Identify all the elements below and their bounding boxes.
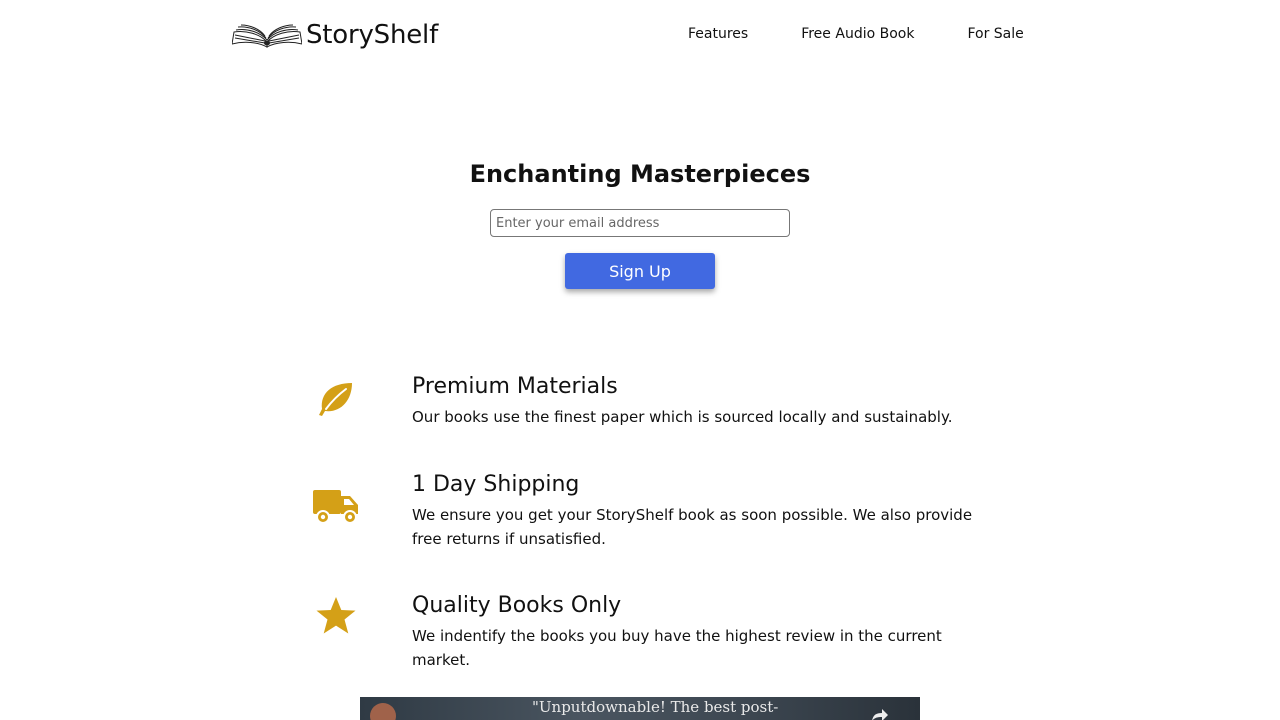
feature-description: We indentify the books you buy have the … <box>412 627 942 669</box>
feature-description: We ensure you get your StoryShelf book a… <box>412 506 973 548</box>
star-icon <box>300 596 372 636</box>
feature-title: Premium Materials <box>412 374 618 399</box>
feature-title: 1 Day Shipping <box>412 472 580 497</box>
nav-link-features[interactable]: Features <box>688 26 748 42</box>
feature-description: Our books use the finest paper which is … <box>412 408 953 426</box>
video-player[interactable]: "Unputdownable! The best post- <box>360 697 920 720</box>
video-title: "Unputdownable! The best post- <box>532 698 779 716</box>
leaf-icon <box>300 381 372 417</box>
open-book-icon <box>232 24 302 48</box>
brand-logo[interactable]: StoryShelf <box>232 18 438 52</box>
feature-title: Quality Books Only <box>412 593 622 618</box>
nav-link-for-sale[interactable]: For Sale <box>967 26 1023 42</box>
brand-name: StoryShelf <box>306 20 439 50</box>
channel-avatar[interactable] <box>370 703 396 720</box>
email-input[interactable] <box>490 209 790 237</box>
main-nav: Features Free Audio Book For Sale <box>688 26 1024 42</box>
truck-icon <box>300 490 372 524</box>
sign-up-button[interactable]: Sign Up <box>565 253 715 289</box>
nav-link-free-audio-book[interactable]: Free Audio Book <box>801 26 914 42</box>
share-icon[interactable] <box>872 709 888 720</box>
site-header: StoryShelf Features Free Audio Book For … <box>0 0 1280 70</box>
hero-title: Enchanting Masterpieces <box>469 160 811 188</box>
